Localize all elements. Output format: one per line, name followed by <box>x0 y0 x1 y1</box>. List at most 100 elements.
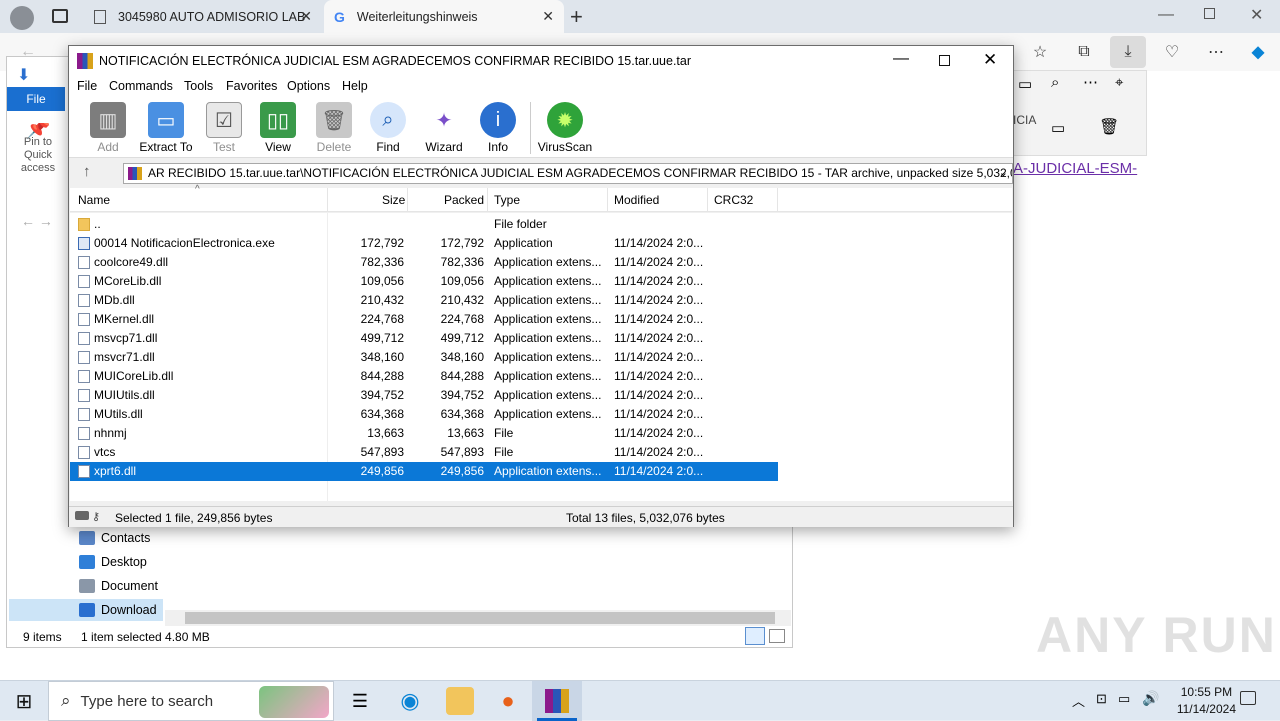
test-button[interactable]: ☑ Test <box>195 102 253 154</box>
file-row[interactable]: MUtils.dll 634,368 634,368 Application exte… <box>70 405 778 424</box>
chevron-up-icon[interactable]: ︿ <box>1072 691 1085 710</box>
file-row[interactable]: MCoreLib.dll 109,056 109,056 Application ex… <box>70 272 778 291</box>
more-options-icon[interactable]: ⋯ <box>1204 40 1228 64</box>
maximize-icon[interactable] <box>939 55 950 66</box>
chevron-down-icon[interactable]: ⌄ <box>999 164 1008 183</box>
winrar-taskbar-active[interactable] <box>532 681 582 721</box>
file-packed-size: 210,432 <box>440 293 484 307</box>
file-packed-size: 394,752 <box>440 388 484 402</box>
column-separator[interactable] <box>327 188 328 212</box>
close-icon[interactable]: ✕ <box>983 50 997 70</box>
nav-back-icon[interactable]: ← → <box>21 213 53 229</box>
firefox-icon[interactable]: ● <box>494 687 522 715</box>
large-icons-view-icon[interactable] <box>769 629 785 643</box>
column-type[interactable]: Type <box>494 193 520 207</box>
file-row[interactable]: MKernel.dll 224,768 224,768 Application ext… <box>70 310 778 329</box>
menu-favorites[interactable]: Favorites <box>226 79 277 93</box>
browser-essentials-icon[interactable]: ♡ <box>1160 40 1184 64</box>
info-button[interactable]: i Info <box>469 102 527 154</box>
scrollbar-thumb[interactable] <box>185 612 775 624</box>
network-icon[interactable]: ⊡ <box>1096 691 1107 707</box>
sidebar-item-desktop[interactable]: Desktop <box>79 555 147 569</box>
open-folder-icon[interactable]: ▭ <box>1018 75 1032 93</box>
notifications-icon[interactable] <box>1240 691 1256 705</box>
column-name[interactable]: Name <box>78 193 110 207</box>
status-item-count: 9 items <box>23 630 62 644</box>
horizontal-scrollbar[interactable] <box>165 610 791 626</box>
more-icon[interactable]: ⋯ <box>1083 73 1098 91</box>
column-crc32[interactable]: CRC32 <box>714 193 753 207</box>
file-row[interactable]: MUICoreLib.dll 844,288 844,288 Application … <box>70 367 778 386</box>
file-row[interactable]: .. File folder <box>70 215 778 234</box>
sidebar-item-documents[interactable]: Document <box>79 579 158 593</box>
favorites-icon[interactable]: ☆ <box>1028 40 1052 64</box>
menu-tools[interactable]: Tools <box>184 79 213 93</box>
file-row[interactable]: msvcp71.dll 499,712 499,712 Application ext… <box>70 329 778 348</box>
page-link[interactable]: A-JUDICIAL-ESM- <box>1013 160 1137 177</box>
view-button[interactable]: ▯▯ View <box>249 102 307 154</box>
minimize-icon[interactable]: — <box>893 50 909 68</box>
file-row[interactable]: coolcore49.dll 782,336 782,336 Application … <box>70 253 778 272</box>
close-tab-icon[interactable]: ✕ <box>300 8 312 25</box>
delete-icon[interactable]: 🗑 <box>1099 117 1119 137</box>
windows-start-icon[interactable]: ⊞ <box>10 687 38 715</box>
sidebar-item-downloads[interactable]: Download <box>79 603 157 617</box>
volume-icon[interactable]: 🔊 <box>1142 690 1159 707</box>
new-tab-icon[interactable]: + <box>570 4 583 30</box>
up-folder-icon[interactable]: ↑ <box>83 163 91 180</box>
collections-icon[interactable]: ⧉ <box>1072 40 1096 64</box>
column-separator[interactable] <box>707 188 708 212</box>
column-separator[interactable] <box>407 188 408 212</box>
archive-path-field[interactable]: AR RECIBIDO 15.tar.uue.tar\NOTIFICACIÓN … <box>123 163 1013 184</box>
show-in-folder-icon[interactable]: ▭ <box>1051 119 1065 137</box>
file-row[interactable]: 00014 NotificacionElectronica.exe 172,792… <box>70 234 778 253</box>
close-tab-icon[interactable]: ✕ <box>542 8 554 25</box>
downloads-icon[interactable]: ⤓ <box>1110 36 1146 68</box>
file-row[interactable]: vtcs 547,893 547,893 File 11/14/2024 2:0... <box>70 443 778 462</box>
menu-help[interactable]: Help <box>342 79 368 93</box>
minimize-icon[interactable]: — <box>1158 6 1174 24</box>
file-row[interactable]: xprt6.dll 249,856 249,856 Application exten… <box>70 462 778 481</box>
dll-file-icon <box>78 370 90 383</box>
add-button[interactable]: ▥ Add <box>79 102 137 154</box>
profile-avatar[interactable] <box>10 6 34 30</box>
column-separator[interactable] <box>607 188 608 212</box>
sidebar-item-contacts[interactable]: Contacts <box>79 531 150 545</box>
file-row[interactable]: MUIUtils.dll 394,752 394,752 Application ex… <box>70 386 778 405</box>
column-modified[interactable]: Modified <box>614 193 659 207</box>
browser-tab-2[interactable]: G Weiterleitungshinweis ✕ <box>324 0 564 33</box>
browser-tab-1[interactable]: 3045980 AUTO ADMISORIO LAB ✕ <box>84 0 322 33</box>
clock[interactable]: 10:55 PM 11/14/2024 <box>1177 684 1236 718</box>
monitor-icon[interactable]: ▭ <box>1118 691 1130 707</box>
extract-to-button[interactable]: ▭ Extract To <box>137 102 195 154</box>
virusscan-button[interactable]: ✹ VirusScan <box>536 102 594 154</box>
column-separator[interactable] <box>487 188 488 212</box>
file-row[interactable]: msvcr71.dll 348,160 348,160 Application ext… <box>70 348 778 367</box>
restore-icon[interactable] <box>1204 8 1215 19</box>
column-size[interactable]: Size <box>382 193 405 207</box>
menu-commands[interactable]: Commands <box>109 79 173 93</box>
search-icon: ⌕ <box>61 691 71 710</box>
search-icon[interactable]: ⌕ <box>1051 74 1059 91</box>
file-row[interactable]: MDb.dll 210,432 210,432 Application extens.… <box>70 291 778 310</box>
edge-icon[interactable]: ◉ <box>396 687 424 715</box>
menu-file[interactable]: File <box>77 79 97 93</box>
tab-actions-icon[interactable] <box>52 9 68 23</box>
find-button[interactable]: ⌕ Find <box>359 102 417 154</box>
copilot-icon[interactable]: ◆ <box>1246 40 1270 64</box>
ribbon-file-tab[interactable]: File <box>7 87 65 111</box>
task-view-icon[interactable]: ☰ <box>346 687 374 715</box>
pin-icon[interactable]: ⌖ <box>1115 74 1123 91</box>
file-explorer-icon[interactable] <box>446 687 474 715</box>
pin-quick-access[interactable]: 📌 Pin to Quick access <box>9 123 67 179</box>
wizard-button[interactable]: ✦ Wizard <box>415 102 473 155</box>
close-window-icon[interactable]: ✕ <box>1250 5 1263 25</box>
taskbar-search[interactable]: ⌕ Type here to search <box>48 681 334 721</box>
file-type: Application extens... <box>494 331 602 345</box>
details-view-icon[interactable] <box>745 627 765 645</box>
column-packed[interactable]: Packed <box>444 193 484 207</box>
file-row[interactable]: nhnmj 13,663 13,663 File 11/14/2024 2:0... <box>70 424 778 443</box>
column-separator[interactable] <box>777 188 778 212</box>
delete-button[interactable]: 🗑 Delete <box>305 102 363 154</box>
menu-options[interactable]: Options <box>287 79 330 93</box>
